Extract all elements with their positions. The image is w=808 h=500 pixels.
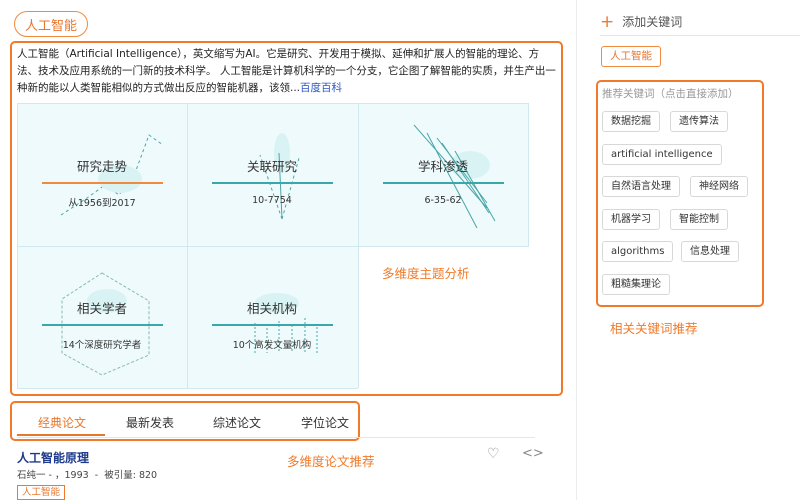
keyword-chip[interactable]: 神经网络 — [690, 176, 748, 197]
add-keyword-label: 添加关键词 — [622, 15, 683, 29]
add-keyword-button[interactable]: + 添加关键词 — [600, 13, 682, 30]
tabs-divider — [17, 437, 535, 438]
tab-review-papers[interactable]: 综述论文 — [213, 414, 261, 431]
tab-latest-papers[interactable]: 最新发表 — [126, 414, 174, 431]
add-keyword-underline — [600, 35, 800, 36]
paper-meta-sep: - — [91, 470, 102, 481]
subject-penetration-icon — [413, 124, 496, 229]
cell-rule — [212, 324, 333, 326]
institutions-cell-subtitle: 10个高发文量机构 — [232, 340, 312, 351]
tabs-annotation: 多维度论文推荐 — [287, 454, 375, 469]
keyword-chip[interactable]: artificial intelligence — [602, 144, 722, 165]
cell-rule — [42, 182, 163, 184]
code-brackets-icon[interactable]: <> — [522, 446, 544, 461]
favorite-heart-icon[interactable]: ♡ — [487, 446, 500, 462]
trend-cell-subtitle: 从1956到2017 — [68, 198, 136, 209]
paper-title[interactable]: 人工智能原理 — [17, 449, 89, 466]
recommend-annotation: 相关关键词推荐 — [610, 321, 698, 336]
scholars-cell-subtitle: 14个深度研究学者 — [62, 340, 142, 351]
paper-year-sep: ， — [54, 470, 65, 481]
topic-description-text: 人工智能（Artificial Intelligence），英文缩写为AI。它是… — [17, 48, 556, 94]
cell-rule — [212, 182, 333, 184]
grid-line — [17, 388, 358, 389]
paper-meta: 石纯一 - ，1993 - 被引量: 820 — [17, 467, 157, 481]
column-separator — [576, 0, 577, 500]
recommend-keywords-title: 推荐关键词（点击直接添加） — [602, 88, 739, 100]
paper-cites: 被引量: 820 — [104, 470, 158, 481]
keyword-chip[interactable]: 粗糙集理论 — [602, 274, 670, 295]
paper-author[interactable]: 石纯一 - — [17, 470, 52, 481]
analysis-annotation: 多维度主题分析 — [382, 266, 470, 281]
topic-description: 人工智能（Artificial Intelligence），英文缩写为AI。它是… — [17, 46, 557, 97]
keyword-chip[interactable]: 信息处理 — [681, 241, 739, 262]
subject-cell-subtitle: 6-35-62 — [424, 195, 462, 206]
keyword-chip[interactable]: 智能控制 — [670, 209, 728, 230]
cell-rule — [42, 324, 163, 326]
tab-thesis-papers[interactable]: 学位论文 — [301, 414, 349, 431]
baidu-baike-link[interactable]: 百度百科 — [300, 82, 342, 94]
selected-keyword-chip[interactable]: 人工智能 — [601, 46, 661, 67]
paper-keyword-tag[interactable]: 人工智能 — [17, 485, 66, 500]
topic-tag[interactable]: 人工智能 — [14, 11, 88, 37]
related-cell-subtitle: 10-7754 — [252, 195, 292, 206]
keyword-chip[interactable]: algorithms — [602, 241, 674, 262]
related-cell-title[interactable]: 关联研究 — [187, 156, 357, 175]
cell-rule — [383, 182, 504, 184]
tab-classic-papers[interactable]: 经典论文 — [38, 414, 86, 431]
paper-year: 1993 — [64, 470, 89, 481]
active-tab-underline — [17, 434, 105, 436]
keyword-chip[interactable]: 机器学习 — [602, 209, 660, 230]
subject-cell-title[interactable]: 学科渗透 — [358, 156, 528, 175]
trend-cell-title[interactable]: 研究走势 — [17, 156, 187, 175]
related-research-icon — [259, 133, 300, 220]
keyword-chip[interactable]: 遗传算法 — [670, 111, 728, 132]
keyword-chip[interactable]: 数据挖掘 — [602, 111, 660, 132]
plus-icon: + — [600, 11, 615, 32]
scholars-cell-title[interactable]: 相关学者 — [17, 298, 187, 317]
keyword-chip[interactable]: 自然语言处理 — [602, 176, 680, 197]
institutions-cell-title[interactable]: 相关机构 — [187, 298, 357, 317]
